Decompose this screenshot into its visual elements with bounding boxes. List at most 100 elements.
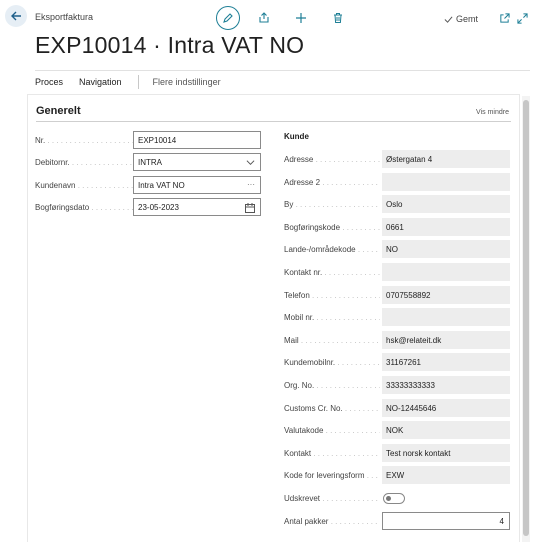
shipment-method-text: EXW xyxy=(386,470,405,480)
org-no-value: 33333333333 xyxy=(382,376,510,394)
field-label: Adresse xyxy=(284,155,380,164)
field-label: Mobil nr. xyxy=(284,313,380,322)
no-input[interactable]: EXP10014 xyxy=(133,131,261,149)
field-no: Nr. xyxy=(35,131,133,149)
currency-code-text: NOK xyxy=(386,425,404,435)
customer-mobile-value: 31167261 xyxy=(382,353,510,371)
field-label: Kontakt nr. xyxy=(284,268,380,277)
posting-date-input[interactable]: 23-05-2023 xyxy=(133,198,261,216)
field-label: Debitornr. xyxy=(35,158,133,167)
scroll-thumb[interactable] xyxy=(523,100,529,536)
field-address: Adresse xyxy=(284,150,380,168)
delete-button[interactable] xyxy=(328,8,348,28)
new-button[interactable] xyxy=(291,8,311,28)
field-customer-mobile: Kundemobilnr. xyxy=(284,353,380,371)
expand-icon xyxy=(516,12,528,24)
action-divider xyxy=(137,74,139,89)
field-city: By xyxy=(284,195,380,213)
action-bar: Proces Navigation Flere indstillinger xyxy=(35,70,530,92)
field-printed: Udskrevet xyxy=(284,489,380,507)
calendar-icon[interactable] xyxy=(245,203,255,213)
pencil-icon xyxy=(223,13,233,23)
toggle-knob xyxy=(386,496,391,501)
no-value: EXP10014 xyxy=(138,135,177,145)
field-label: Kontakt xyxy=(284,449,380,458)
contact-text: Test norsk kontakt xyxy=(386,448,451,458)
field-email: Mail xyxy=(284,331,380,349)
edit-button[interactable] xyxy=(216,6,240,30)
customer-mobile-text: 31167261 xyxy=(386,357,421,367)
field-shipment-method: Kode for leveringsform xyxy=(284,466,380,484)
saved-status: Gemt xyxy=(444,14,478,24)
customer-name-input[interactable]: Intra VAT NO ··· xyxy=(133,176,261,194)
ellipsis-icon[interactable]: ··· xyxy=(247,180,255,189)
checkmark-icon xyxy=(444,15,453,23)
address-value: Østergatan 4 xyxy=(382,150,510,168)
address-text: Østergatan 4 xyxy=(386,154,433,164)
field-label: Valutakode xyxy=(284,426,380,435)
contact-no-value xyxy=(382,263,510,281)
show-less-link[interactable]: Vis mindre xyxy=(476,109,509,116)
action-more-options[interactable]: Flere indstillinger xyxy=(153,77,221,87)
currency-code-value: NOK xyxy=(382,421,510,439)
field-label: Kode for leveringsform xyxy=(284,471,380,480)
posting-date-value: 23-05-2023 xyxy=(138,202,179,212)
customs-cr-no-value: NO-12445646 xyxy=(382,399,510,417)
country-code-text: NO xyxy=(386,244,398,254)
share-icon xyxy=(259,12,269,23)
mobile-no-value xyxy=(382,308,510,326)
city-text: Oslo xyxy=(386,199,403,209)
field-label: Telefon xyxy=(284,291,380,300)
field-customer-no: Debitornr. xyxy=(35,153,133,171)
field-label: Adresse 2 xyxy=(284,178,380,187)
field-label: Lande-/områdekode xyxy=(284,245,380,254)
field-posting-date: Bogføringsdato xyxy=(35,198,133,216)
field-customer-name: Kundenavn xyxy=(35,176,133,194)
field-contact: Kontakt xyxy=(284,444,380,462)
field-package-count: Antal pakker xyxy=(284,512,380,530)
customer-section-title: Kunde xyxy=(284,132,309,141)
top-toolbar: Gemt xyxy=(0,4,536,30)
shipment-method-value: EXW xyxy=(382,466,510,484)
expand-button[interactable] xyxy=(512,8,532,28)
posting-code-text: 0661 xyxy=(386,222,404,232)
phone-text: 0707558892 xyxy=(386,290,431,300)
field-label: Nr. xyxy=(35,136,133,145)
field-contact-no: Kontakt nr. xyxy=(284,263,380,281)
saved-label: Gemt xyxy=(456,14,479,24)
field-label: Udskrevet xyxy=(284,494,380,503)
page-title: EXP10014 · Intra VAT NO xyxy=(35,32,305,58)
phone-value: 0707558892 xyxy=(382,286,510,304)
field-phone: Telefon xyxy=(284,286,380,304)
posting-code-value: 0661 xyxy=(382,218,510,236)
package-count-text: 4 xyxy=(499,516,504,526)
printed-toggle[interactable] xyxy=(383,493,405,504)
customer-no-value: INTRA xyxy=(138,157,162,167)
field-mobile-no: Mobil nr. xyxy=(284,308,380,326)
action-proces[interactable]: Proces xyxy=(35,77,63,87)
chevron-down-icon xyxy=(246,160,255,166)
customs-cr-no-text: NO-12445646 xyxy=(386,403,437,413)
address-2-value xyxy=(382,173,510,191)
share-button[interactable] xyxy=(254,8,274,28)
org-no-text: 33333333333 xyxy=(386,380,435,390)
field-label: Kundenavn xyxy=(35,181,133,190)
field-label: By xyxy=(284,200,380,209)
customer-no-select[interactable]: INTRA xyxy=(133,153,261,171)
customer-name-value: Intra VAT NO xyxy=(138,180,185,190)
country-code-value: NO xyxy=(382,240,510,258)
field-customs-cr-no: Customs Cr. No. xyxy=(284,399,380,417)
scrollbar[interactable] xyxy=(522,96,530,542)
field-label: Bogføringskode xyxy=(284,223,380,232)
general-section-title[interactable]: Generelt xyxy=(36,105,81,117)
package-count-input[interactable]: 4 xyxy=(382,512,510,530)
field-address-2: Adresse 2 xyxy=(284,173,380,191)
field-label: Bogføringsdato xyxy=(35,203,133,212)
trash-icon xyxy=(334,13,342,23)
action-navigation[interactable]: Navigation xyxy=(79,77,122,87)
open-in-new-window-icon xyxy=(499,12,510,23)
field-posting-code: Bogføringskode xyxy=(284,218,380,236)
field-currency-code: Valutakode xyxy=(284,421,380,439)
popout-button[interactable] xyxy=(494,8,514,28)
field-label: Org. No. xyxy=(284,381,380,390)
